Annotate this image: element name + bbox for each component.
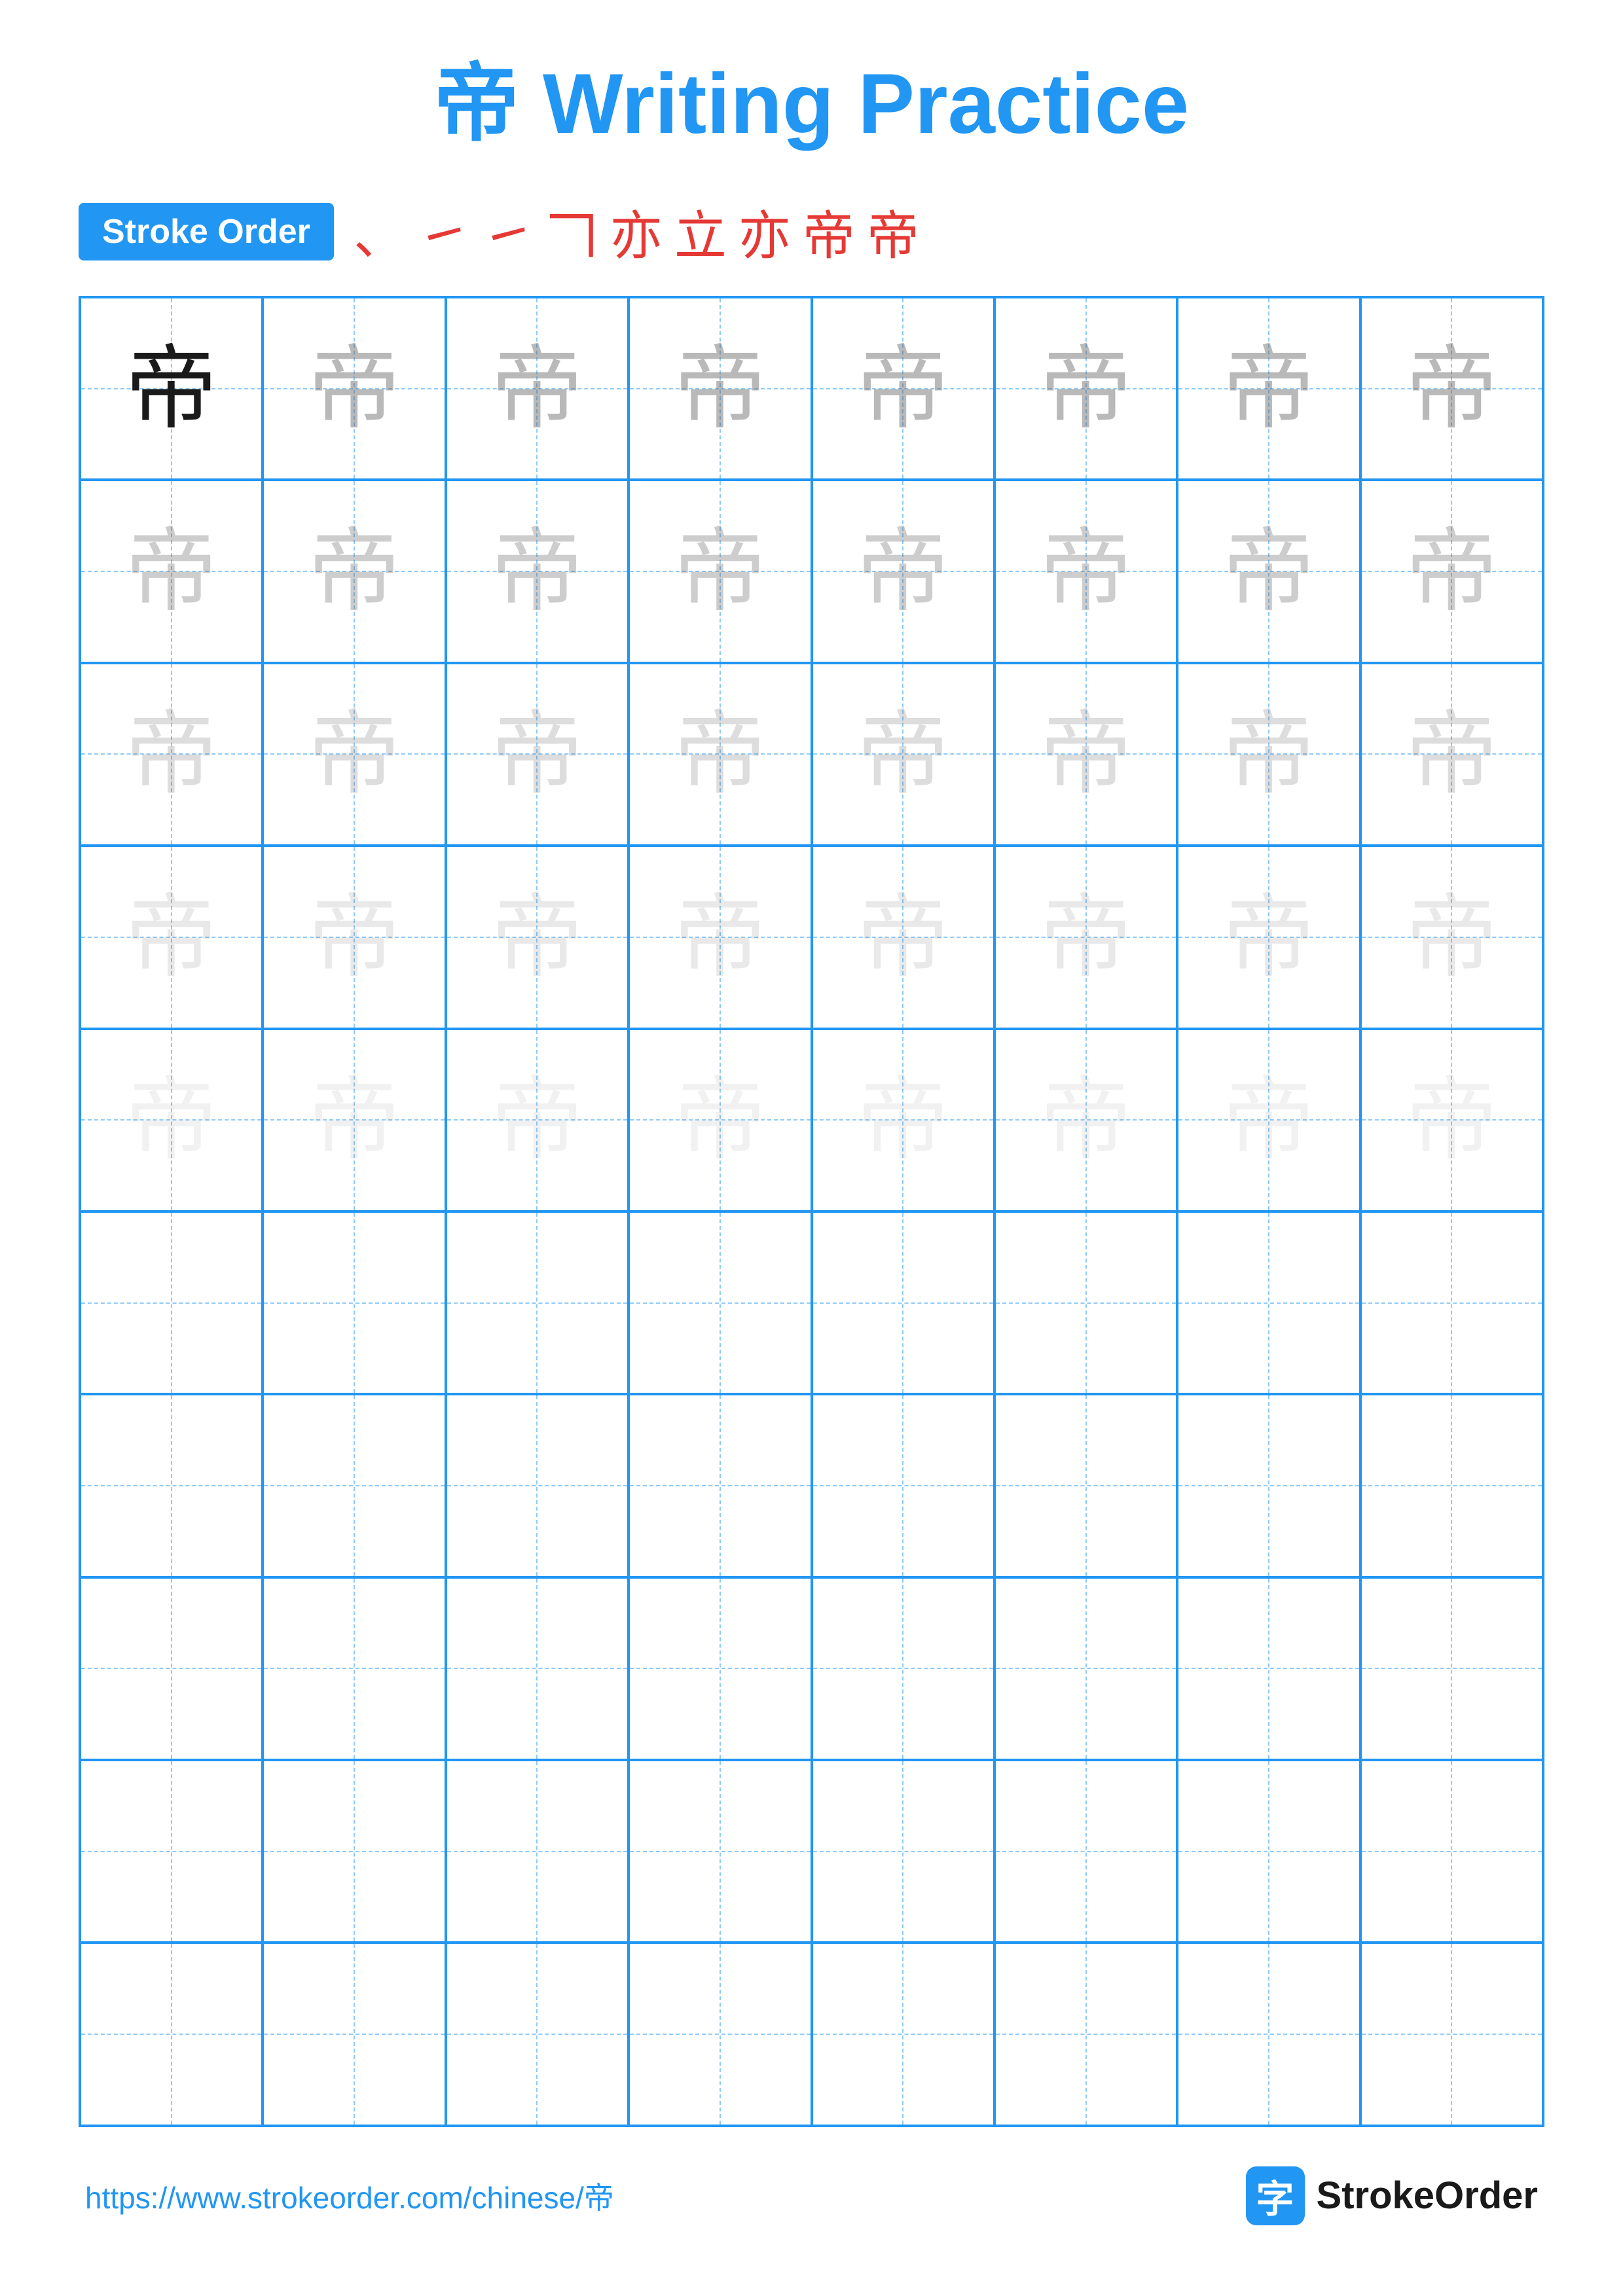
grid-cell[interactable]: 帝 — [80, 480, 263, 662]
grid-cell[interactable] — [80, 1211, 263, 1394]
footer: https://www.strokeorder.com/chinese/帝 字 … — [79, 2166, 1544, 2225]
grid-cell[interactable]: 帝 — [446, 846, 629, 1028]
grid-cell[interactable] — [1177, 1760, 1360, 1943]
page: 帝 Writing Practice Stroke Order 、 ㇀ ㇀ 𠃍 … — [0, 0, 1623, 2296]
grid-cell[interactable]: 帝 — [80, 663, 263, 846]
grid-cell[interactable] — [812, 1577, 994, 1760]
title-char: 帝 — [434, 56, 519, 151]
footer-brand: 字 StrokeOrder — [1246, 2166, 1538, 2225]
grid-cell[interactable] — [263, 1577, 445, 1760]
grid-cell[interactable]: 帝 — [994, 297, 1177, 480]
grid-cell[interactable]: 帝 — [629, 663, 811, 846]
grid-cell[interactable] — [994, 1211, 1177, 1394]
page-title: 帝 Writing Practice — [434, 52, 1189, 154]
grid-cell[interactable] — [812, 1211, 994, 1394]
grid-cell[interactable] — [812, 1943, 994, 2125]
grid-cell[interactable] — [80, 1943, 263, 2125]
grid-cell[interactable]: 帝 — [994, 1029, 1177, 1211]
grid-cell[interactable] — [994, 1394, 1177, 1577]
grid-cell[interactable]: 帝 — [812, 297, 994, 480]
grid-cell[interactable]: 帝 — [80, 846, 263, 1028]
grid-cell[interactable]: 帝 — [812, 480, 994, 662]
grid-cell[interactable]: 帝 — [1360, 480, 1543, 662]
grid-cell[interactable] — [1177, 1943, 1360, 2125]
grid-cell[interactable] — [263, 1211, 445, 1394]
grid-cell[interactable] — [263, 1760, 445, 1943]
grid-cell[interactable] — [446, 1211, 629, 1394]
grid-cell[interactable]: 帝 — [994, 663, 1177, 846]
grid-cell[interactable]: 帝 — [629, 846, 811, 1028]
grid-cell[interactable] — [629, 1577, 811, 1760]
grid-cell[interactable] — [1360, 1577, 1543, 1760]
grid-cell[interactable]: 帝 — [80, 297, 263, 480]
practice-grid: 帝 帝 帝 帝 帝 帝 帝 帝 帝 帝 帝 — [79, 296, 1544, 2127]
grid-cell[interactable] — [1360, 1211, 1543, 1394]
grid-cell[interactable] — [446, 1577, 629, 1760]
stroke-order-row: Stroke Order 、 ㇀ ㇀ 𠃍 亦 立 亦 帝 帝 — [79, 194, 1544, 270]
grid-cell[interactable]: 帝 — [1360, 297, 1543, 480]
grid-cell[interactable] — [1177, 1211, 1360, 1394]
grid-cell[interactable] — [80, 1577, 263, 1760]
grid-cell[interactable]: 帝 — [1177, 1029, 1360, 1211]
grid-cell[interactable]: 帝 — [1177, 297, 1360, 480]
grid-cell[interactable] — [446, 1760, 629, 1943]
grid-cell[interactable] — [1360, 1394, 1543, 1577]
grid-cell[interactable]: 帝 — [812, 1029, 994, 1211]
grid-cell[interactable]: 帝 — [1360, 846, 1543, 1028]
grid-cell[interactable] — [1177, 1394, 1360, 1577]
grid-cell[interactable] — [994, 1577, 1177, 1760]
grid-cell[interactable]: 帝 — [446, 297, 629, 480]
grid-cell[interactable] — [1360, 1943, 1543, 2125]
grid-cell[interactable] — [1360, 1760, 1543, 1943]
grid-cell[interactable]: 帝 — [263, 846, 445, 1028]
brand-icon: 字 — [1246, 2166, 1305, 2225]
grid-cell[interactable]: 帝 — [994, 480, 1177, 662]
grid-cell[interactable]: 帝 — [446, 663, 629, 846]
grid-cell[interactable]: 帝 — [446, 480, 629, 662]
grid-cell[interactable]: 帝 — [812, 663, 994, 846]
grid-cell[interactable] — [1177, 1577, 1360, 1760]
grid-cell[interactable] — [263, 1943, 445, 2125]
stroke-sequence: 、 ㇀ ㇀ 𠃍 亦 立 亦 帝 帝 — [354, 194, 919, 270]
grid-cell[interactable] — [812, 1394, 994, 1577]
footer-url[interactable]: https://www.strokeorder.com/chinese/帝 — [85, 2174, 614, 2217]
grid-cell[interactable] — [446, 1943, 629, 2125]
grid-cell[interactable]: 帝 — [629, 480, 811, 662]
grid-cell[interactable] — [629, 1211, 811, 1394]
grid-cell[interactable] — [994, 1943, 1177, 2125]
grid-cell[interactable]: 帝 — [1360, 663, 1543, 846]
grid-cell[interactable] — [446, 1394, 629, 1577]
grid-cell[interactable]: 帝 — [446, 1029, 629, 1211]
grid-cell[interactable]: 帝 — [1177, 846, 1360, 1028]
grid-cell[interactable]: 帝 — [629, 297, 811, 480]
stroke-order-badge: Stroke Order — [79, 203, 334, 260]
grid-cell[interactable]: 帝 — [1177, 480, 1360, 662]
grid-cell[interactable]: 帝 — [263, 480, 445, 662]
title-suffix: Writing Practice — [519, 56, 1189, 151]
grid-cell[interactable] — [80, 1760, 263, 1943]
brand-name: StrokeOrder — [1317, 2174, 1538, 2217]
grid-cell[interactable] — [994, 1760, 1177, 1943]
grid-cell[interactable]: 帝 — [994, 846, 1177, 1028]
grid-cell[interactable]: 帝 — [80, 1029, 263, 1211]
grid-cell[interactable] — [629, 1760, 811, 1943]
grid-cell[interactable] — [812, 1760, 994, 1943]
grid-cell[interactable] — [263, 1394, 445, 1577]
grid-cell[interactable]: 帝 — [629, 1029, 811, 1211]
grid-cell[interactable] — [629, 1394, 811, 1577]
grid-cell[interactable]: 帝 — [1177, 663, 1360, 846]
grid-cell[interactable]: 帝 — [263, 297, 445, 480]
grid-cell[interactable]: 帝 — [263, 663, 445, 846]
grid-cell[interactable]: 帝 — [1360, 1029, 1543, 1211]
grid-cell[interactable]: 帝 — [812, 846, 994, 1028]
grid-cell[interactable] — [629, 1943, 811, 2125]
grid-cell[interactable]: 帝 — [263, 1029, 445, 1211]
grid-cell[interactable] — [80, 1394, 263, 1577]
